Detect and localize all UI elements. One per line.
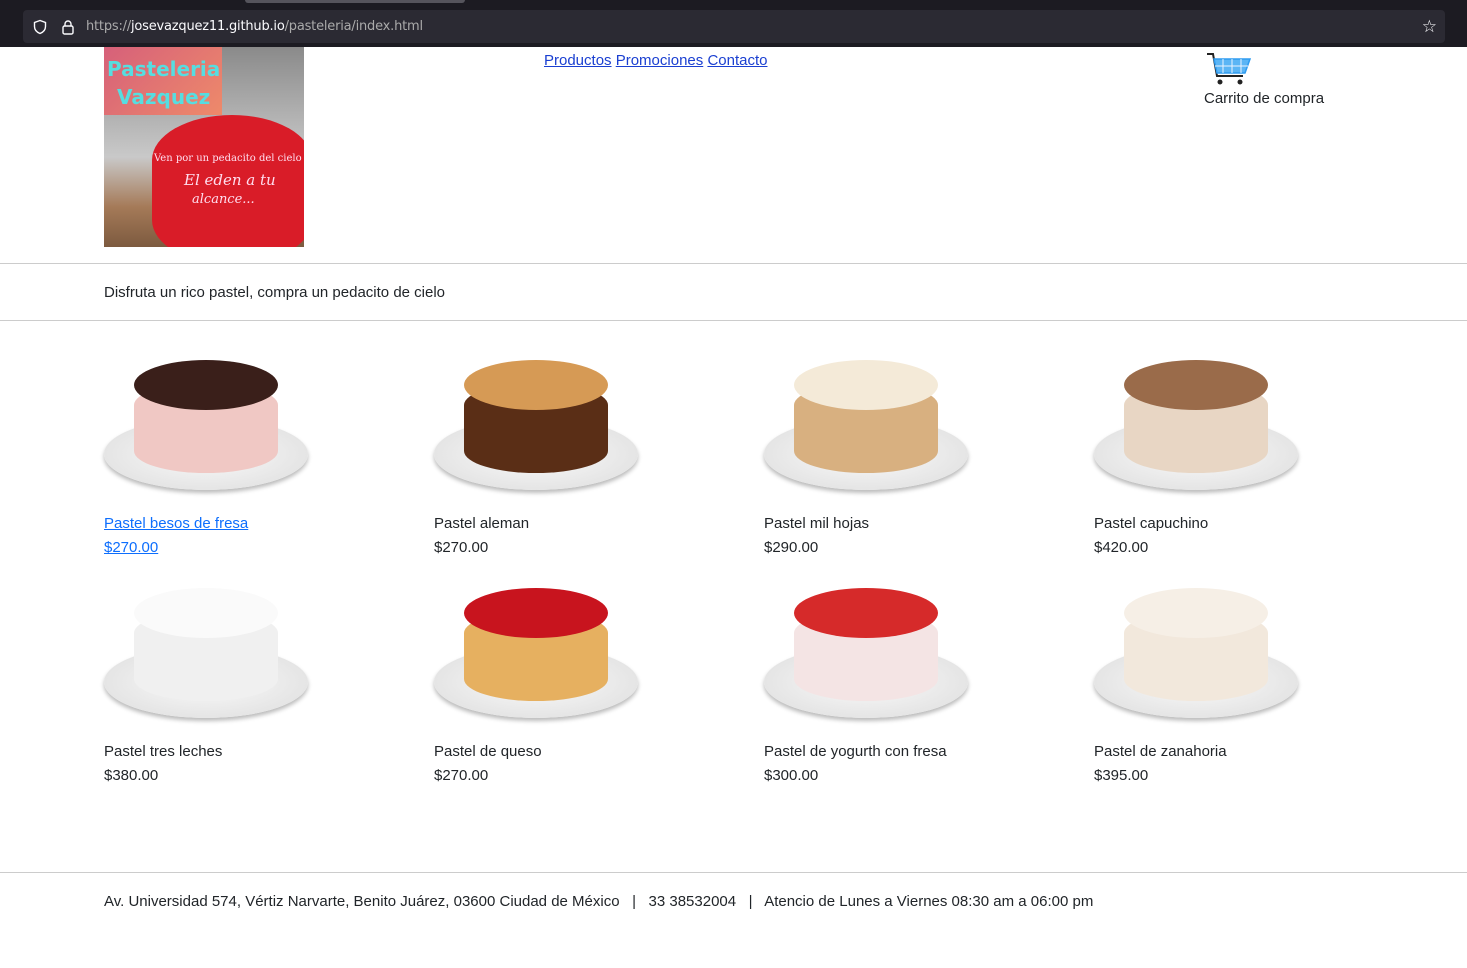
product-card[interactable]: Pastel besos de fresa $270.00 xyxy=(104,338,404,560)
cake-top xyxy=(134,588,278,638)
product-name: Pastel capuchino xyxy=(1094,515,1209,532)
product-name: Pastel de zanahoria xyxy=(1094,743,1227,760)
nav-promociones[interactable]: Promociones xyxy=(616,52,704,69)
main-nav: Productos Promociones Contacto xyxy=(544,52,767,69)
shopping-cart-icon[interactable] xyxy=(1206,52,1252,86)
product-name: Pastel aleman xyxy=(434,515,530,532)
footer-address: Av. Universidad 574, Vértiz Narvarte, Be… xyxy=(104,893,620,910)
product-image[interactable] xyxy=(434,338,644,498)
product-price: $270.00 xyxy=(434,539,489,556)
product-name: Pastel tres leches xyxy=(104,743,223,760)
product-price: $270.00 xyxy=(434,767,489,784)
product-price: $300.00 xyxy=(764,767,819,784)
shield-icon[interactable] xyxy=(32,19,48,35)
product-card[interactable]: Pastel de yogurth con fresa $300.00 xyxy=(764,566,1064,788)
product-price[interactable]: $270.00 xyxy=(104,536,404,560)
product-name[interactable]: Pastel besos de fresa xyxy=(104,512,404,536)
product-image[interactable] xyxy=(764,566,974,726)
product-image[interactable] xyxy=(1094,338,1304,498)
cake-top xyxy=(1124,588,1268,638)
logo-script-1: El eden a tu xyxy=(184,171,276,189)
cake-top xyxy=(794,588,938,638)
product-name: Pastel mil hojas xyxy=(764,515,870,532)
product-card[interactable]: Pastel capuchino $420.00 xyxy=(1094,338,1394,560)
logo-title-1: Pasteleria xyxy=(107,57,221,81)
footer-separator: | xyxy=(632,893,636,910)
url-text[interactable]: https://josevazquez11.github.io/pasteler… xyxy=(86,19,423,34)
logo-title-2: Vazquez xyxy=(117,85,211,109)
tagline: Disfruta un rico pastel, compra un pedac… xyxy=(104,284,446,301)
product-image[interactable] xyxy=(434,566,644,726)
product-card[interactable]: Pastel de queso $270.00 xyxy=(434,566,734,788)
cart-label[interactable]: Carrito de compra xyxy=(1204,90,1324,107)
footer-phone: 33 38532004 xyxy=(648,893,737,910)
product-card[interactable]: Pastel aleman $270.00 xyxy=(434,338,734,560)
product-image[interactable] xyxy=(764,338,974,498)
address-bar[interactable]: https://josevazquez11.github.io/pasteler… xyxy=(23,10,1445,43)
divider xyxy=(0,263,1467,264)
cake-top xyxy=(1124,360,1268,410)
active-tab-indicator[interactable] xyxy=(245,0,465,3)
product-image[interactable] xyxy=(1094,566,1304,726)
product-image[interactable] xyxy=(104,566,314,726)
url-path: /pasteleria/index.html xyxy=(284,19,423,34)
cart-button[interactable]: Carrito de compra xyxy=(1204,52,1324,107)
browser-toolbar: https://josevazquez11.github.io/pasteler… xyxy=(0,0,1467,47)
product-price: $420.00 xyxy=(1094,539,1149,556)
footer-separator: | xyxy=(748,893,753,910)
product-name: Pastel de queso xyxy=(434,743,542,760)
logo-slogan: Ven por un pedacito del cielo xyxy=(154,153,302,164)
logo-script-2: alcance... xyxy=(192,192,255,207)
cake-top xyxy=(464,588,608,638)
product-name: Pastel de yogurth con fresa xyxy=(764,743,947,760)
product-price: $395.00 xyxy=(1094,767,1149,784)
lock-icon[interactable] xyxy=(60,19,76,35)
nav-contacto[interactable]: Contacto xyxy=(707,52,767,69)
logo: Pasteleria Vazquez Ven por un pedacito d… xyxy=(104,47,304,247)
product-image[interactable] xyxy=(104,338,314,498)
footer: Av. Universidad 574, Vértiz Narvarte, Be… xyxy=(104,893,1093,910)
divider xyxy=(0,320,1467,321)
product-price: $290.00 xyxy=(764,539,819,556)
url-scheme: https:// xyxy=(86,19,131,34)
footer-hours: Atencio de Lunes a Viernes 08:30 am a 06… xyxy=(764,893,1094,910)
divider xyxy=(0,872,1467,873)
nav-productos[interactable]: Productos xyxy=(544,52,612,69)
cake-top xyxy=(134,360,278,410)
product-card[interactable]: Pastel mil hojas $290.00 xyxy=(764,338,1064,560)
cake-top xyxy=(464,360,608,410)
cake-top xyxy=(794,360,938,410)
product-card[interactable]: Pastel de zanahoria $395.00 xyxy=(1094,566,1394,788)
url-domain: josevazquez11.github.io xyxy=(131,19,285,34)
bookmark-star-icon[interactable]: ☆ xyxy=(1422,17,1437,37)
product-card[interactable]: Pastel tres leches $380.00 xyxy=(104,566,404,788)
product-price: $380.00 xyxy=(104,767,159,784)
